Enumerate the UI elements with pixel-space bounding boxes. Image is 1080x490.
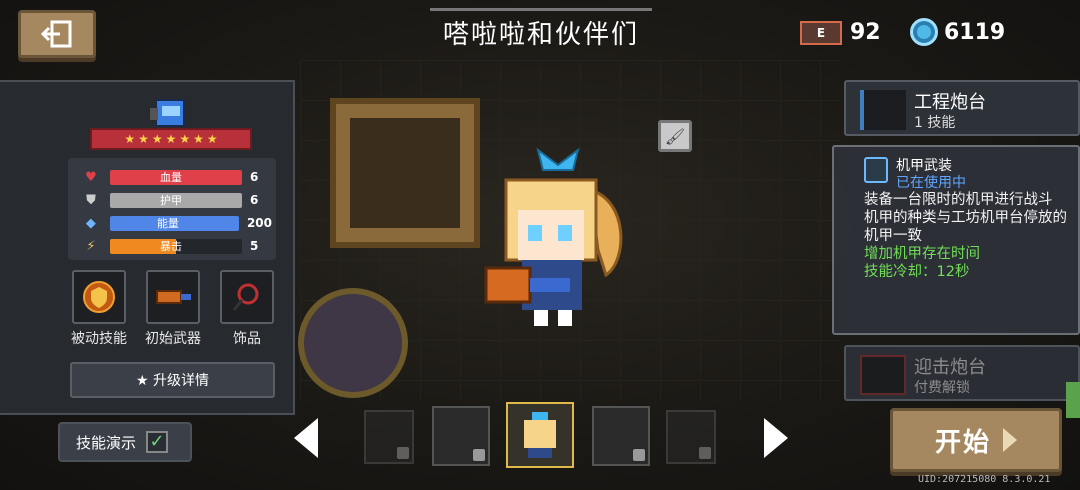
- side-tab-handle[interactable]: [1066, 382, 1080, 418]
- turret-icon: [860, 90, 906, 130]
- stat-value: 6: [250, 193, 259, 207]
- selected-hero-thumb: [524, 412, 556, 458]
- stat-row: ⚡ 暴击 5: [82, 237, 272, 255]
- exit-icon: [40, 20, 72, 48]
- stat-value: 200: [246, 216, 272, 230]
- paint-roller-icon[interactable]: 🖌: [658, 120, 692, 152]
- crit-icon: ⚡: [86, 238, 96, 254]
- uid-version: UID:207215080 8.3.0.21: [918, 474, 1051, 485]
- gem-count: 92: [850, 20, 881, 45]
- stat-bar: 护甲: [110, 192, 242, 208]
- star-icon: ★: [138, 132, 149, 146]
- previous-hero-arrow[interactable]: [294, 418, 318, 458]
- back-button[interactable]: [18, 10, 96, 58]
- lock-icon: [473, 449, 485, 461]
- stat-bar: 血量: [110, 169, 242, 185]
- lock-icon: [633, 449, 645, 461]
- current-skill-count: 1 技能: [914, 115, 956, 131]
- stat-bar: 能量: [109, 215, 239, 231]
- shield-icon: ⛊: [86, 192, 96, 208]
- current-skill-card[interactable]: 工程炮台 1 技能: [844, 80, 1080, 136]
- hero-portrait[interactable]: [432, 406, 490, 466]
- mech-skill-icon: [864, 157, 888, 183]
- locked-turret-icon: [860, 355, 906, 395]
- start-button-label: 开始: [934, 427, 991, 458]
- workbench-decoration: [330, 98, 480, 248]
- energy-crystal-icon: ◆: [85, 215, 96, 231]
- star-rating-ribbon: ★ ★ ★ ★ ★ ★ ★: [90, 128, 252, 150]
- star-icon: ★: [165, 132, 177, 146]
- gem-counter: E 92: [800, 20, 881, 45]
- blue-coin-icon: [910, 18, 938, 46]
- skill-demo-checkbox[interactable]: ✓: [146, 431, 169, 453]
- tooltip-line: 机甲的种类与工坊机甲台停放的机甲一致: [864, 210, 1067, 244]
- stat-row: ◆ 能量 200: [82, 214, 272, 232]
- locked-skill-status: 付费解锁: [914, 380, 970, 396]
- tooltip-line: 装备一台限时的机甲进行战斗: [864, 192, 1053, 208]
- stat-row: ⛊ 护甲 6: [82, 191, 272, 209]
- stat-value: 6: [250, 170, 259, 184]
- star-icon: ★: [206, 132, 218, 146]
- next-hero-arrow[interactable]: [764, 418, 788, 458]
- stat-label: 能量: [156, 216, 179, 230]
- skill-tooltip: 机甲武装 已在使用中 装备一台限时的机甲进行战斗 机甲的种类与工坊机甲台停放的机…: [832, 145, 1080, 335]
- page-title: 嗒啦啦和伙伴们: [442, 20, 639, 50]
- current-skill-name: 工程炮台: [914, 92, 986, 113]
- star-icon: ★: [179, 132, 191, 146]
- coin-count: 6119: [944, 19, 1006, 45]
- hero-portrait-selected[interactable]: [506, 402, 574, 468]
- stat-label: 血量: [160, 170, 182, 184]
- start-button[interactable]: 开始: [890, 408, 1062, 472]
- tooltip-bonus: 增加机甲存在时间: [864, 246, 980, 262]
- accessory-slot[interactable]: [220, 270, 274, 324]
- heart-icon: ♥: [85, 169, 97, 185]
- tooltip-body: 装备一台限时的机甲进行战斗 机甲的种类与工坊机甲台停放的机甲一致 增加机甲存在时…: [864, 191, 1074, 281]
- hero-portrait[interactable]: [592, 406, 650, 466]
- gem-icon: E: [800, 20, 842, 45]
- stats-box: ♥ 血量 6 ⛊ 护甲 6 ◆ 能量 200 ⚡ 暴击 5: [68, 158, 276, 260]
- workbench-tools: [350, 118, 460, 228]
- accessory-icon: [232, 283, 259, 311]
- stat-label: 暴击: [160, 239, 182, 253]
- stat-bar: 暴击: [110, 238, 242, 254]
- starting-weapon-label: 初始武器: [145, 331, 201, 347]
- skill-demo-label: 技能演示: [76, 433, 137, 452]
- passive-skill-label: 被动技能: [71, 331, 127, 347]
- starting-weapon-icon: [156, 290, 191, 304]
- locked-skill-name: 迎击炮台: [914, 357, 986, 378]
- hero-portrait[interactable]: [364, 410, 414, 464]
- skill-demo-toggle[interactable]: 技能演示 ✓: [58, 422, 192, 462]
- passive-skill-icon: [83, 281, 115, 313]
- stat-label: 护甲: [160, 193, 182, 207]
- hero-portrait[interactable]: [666, 410, 716, 464]
- tooltip-status: 已在使用中: [896, 175, 966, 191]
- coin-counter: 6119: [910, 18, 1005, 46]
- hero-helmet-icon: [150, 99, 185, 127]
- star-icon: ★: [151, 132, 163, 146]
- tooltip-cooldown: 技能冷却：12秒: [864, 264, 970, 280]
- stat-row: ♥ 血量 6: [82, 168, 272, 186]
- locked-skill-card[interactable]: 迎击炮台 付费解锁: [844, 345, 1080, 401]
- lock-icon: [699, 447, 711, 459]
- hero-sprite: [484, 147, 623, 326]
- stat-value: 5: [250, 239, 259, 253]
- star-icon: ★: [193, 132, 204, 146]
- accessory-label: 饰品: [233, 331, 261, 347]
- play-arrow-icon: [1003, 428, 1017, 452]
- starting-weapon-slot[interactable]: [146, 270, 200, 324]
- upgrade-details-button[interactable]: ★ 升级详情: [70, 362, 275, 398]
- star-icon: ★: [124, 132, 136, 146]
- lock-icon: [397, 447, 409, 459]
- passive-skill-slot[interactable]: [72, 270, 126, 324]
- flower-decoration: [298, 288, 408, 398]
